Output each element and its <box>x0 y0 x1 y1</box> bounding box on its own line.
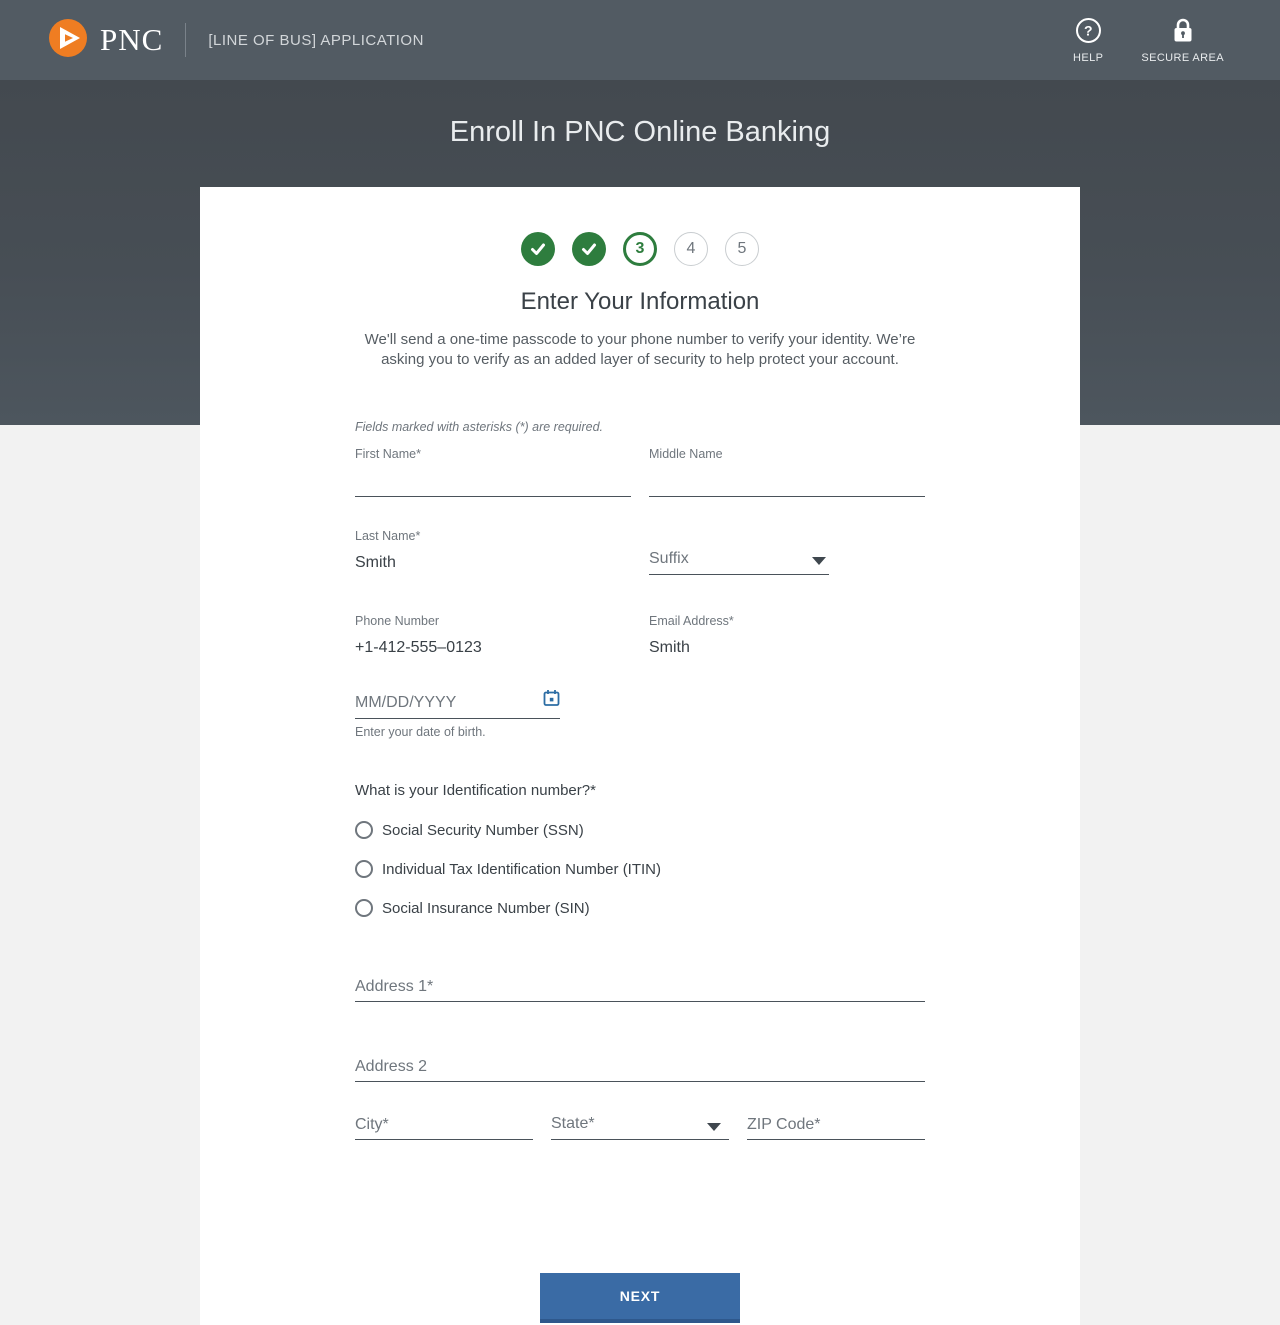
dob-field <box>355 687 560 719</box>
radio-option-ssn[interactable]: Social Security Number (SSN) <box>355 821 925 839</box>
step-5: 5 <box>725 232 759 266</box>
radio-label-sin: Social Insurance Number (SIN) <box>382 900 590 917</box>
section-heading: Enter Your Information <box>200 288 1080 316</box>
middle-name-label: Middle Name <box>649 447 925 461</box>
header-divider <box>185 23 186 57</box>
radio-option-itin[interactable]: Individual Tax Identification Number (IT… <box>355 860 925 878</box>
step-1-complete <box>521 232 555 266</box>
next-button[interactable]: NEXT <box>540 1273 740 1323</box>
email-label: Email Address* <box>649 614 925 628</box>
middle-name-input[interactable] <box>649 461 925 497</box>
page-title: Enroll In PNC Online Banking <box>0 80 1280 149</box>
address1-input[interactable] <box>355 972 925 1002</box>
step-3-active: 3 <box>623 232 657 266</box>
help-button[interactable]: ? HELP <box>1073 17 1103 64</box>
zip-field <box>747 1110 925 1140</box>
radio-label-ssn: Social Security Number (SSN) <box>382 822 584 839</box>
svg-text:?: ? <box>1084 22 1093 38</box>
middle-name-field: Middle Name <box>649 447 925 497</box>
city-input[interactable] <box>355 1110 533 1140</box>
last-name-label: Last Name* <box>355 529 631 543</box>
address1-field <box>355 972 925 1052</box>
dob-input[interactable] <box>355 687 560 719</box>
check-icon <box>579 239 599 259</box>
zip-input[interactable] <box>747 1110 925 1140</box>
phone-label: Phone Number <box>355 614 631 628</box>
radio-icon <box>355 821 373 839</box>
pnc-logo-text: PNC <box>100 22 163 58</box>
suffix-select[interactable]: Suffix <box>649 544 829 575</box>
first-name-label: First Name* <box>355 447 631 461</box>
header-bar: PNC [LINE OF BUS] APPLICATION ? HELP <box>0 0 1280 80</box>
phone-input[interactable] <box>355 637 631 659</box>
first-name-input[interactable] <box>355 461 631 497</box>
chevron-down-icon <box>707 1123 721 1131</box>
radio-icon <box>355 899 373 917</box>
email-field: Email Address* <box>649 614 925 659</box>
address2-field <box>355 1052 925 1110</box>
progress-stepper: 3 4 5 <box>200 232 1080 266</box>
suffix-field: Suffix <box>649 529 829 575</box>
email-input[interactable] <box>649 637 925 659</box>
suffix-placeholder: Suffix <box>649 550 689 568</box>
state-placeholder: State* <box>551 1115 595 1133</box>
step-4: 4 <box>674 232 708 266</box>
chevron-down-icon <box>812 557 826 565</box>
address2-input[interactable] <box>355 1052 925 1082</box>
step-2-complete <box>572 232 606 266</box>
city-field <box>355 1110 533 1140</box>
pnc-logo-icon <box>48 18 88 63</box>
identification-question: What is your Identification number?* <box>355 782 925 799</box>
lock-icon <box>1170 17 1196 47</box>
help-label: HELP <box>1073 52 1103 64</box>
radio-label-itin: Individual Tax Identification Number (IT… <box>382 861 661 878</box>
section-description: We'll send a one-time passcode to your p… <box>345 330 935 370</box>
secure-area-indicator: SECURE AREA <box>1141 17 1224 64</box>
last-name-input[interactable] <box>355 552 631 574</box>
check-icon <box>528 239 548 259</box>
last-name-field: Last Name* <box>355 529 631 575</box>
pnc-logo: PNC <box>48 18 163 63</box>
radio-icon <box>355 860 373 878</box>
enrollment-form: Fields marked with asterisks (*) are req… <box>355 420 925 1323</box>
application-title: [LINE OF BUS] APPLICATION <box>208 32 424 49</box>
dob-helper-text: Enter your date of birth. <box>355 725 925 739</box>
first-name-field: First Name* <box>355 447 631 497</box>
help-icon: ? <box>1075 17 1102 47</box>
state-select[interactable]: State* <box>551 1110 729 1140</box>
required-fields-note: Fields marked with asterisks (*) are req… <box>355 420 925 434</box>
calendar-icon[interactable] <box>543 689 560 712</box>
radio-option-sin[interactable]: Social Insurance Number (SIN) <box>355 899 925 917</box>
enrollment-card: 3 4 5 Enter Your Information We'll send … <box>200 187 1080 1325</box>
phone-field: Phone Number <box>355 614 631 659</box>
secure-area-label: SECURE AREA <box>1141 52 1224 64</box>
